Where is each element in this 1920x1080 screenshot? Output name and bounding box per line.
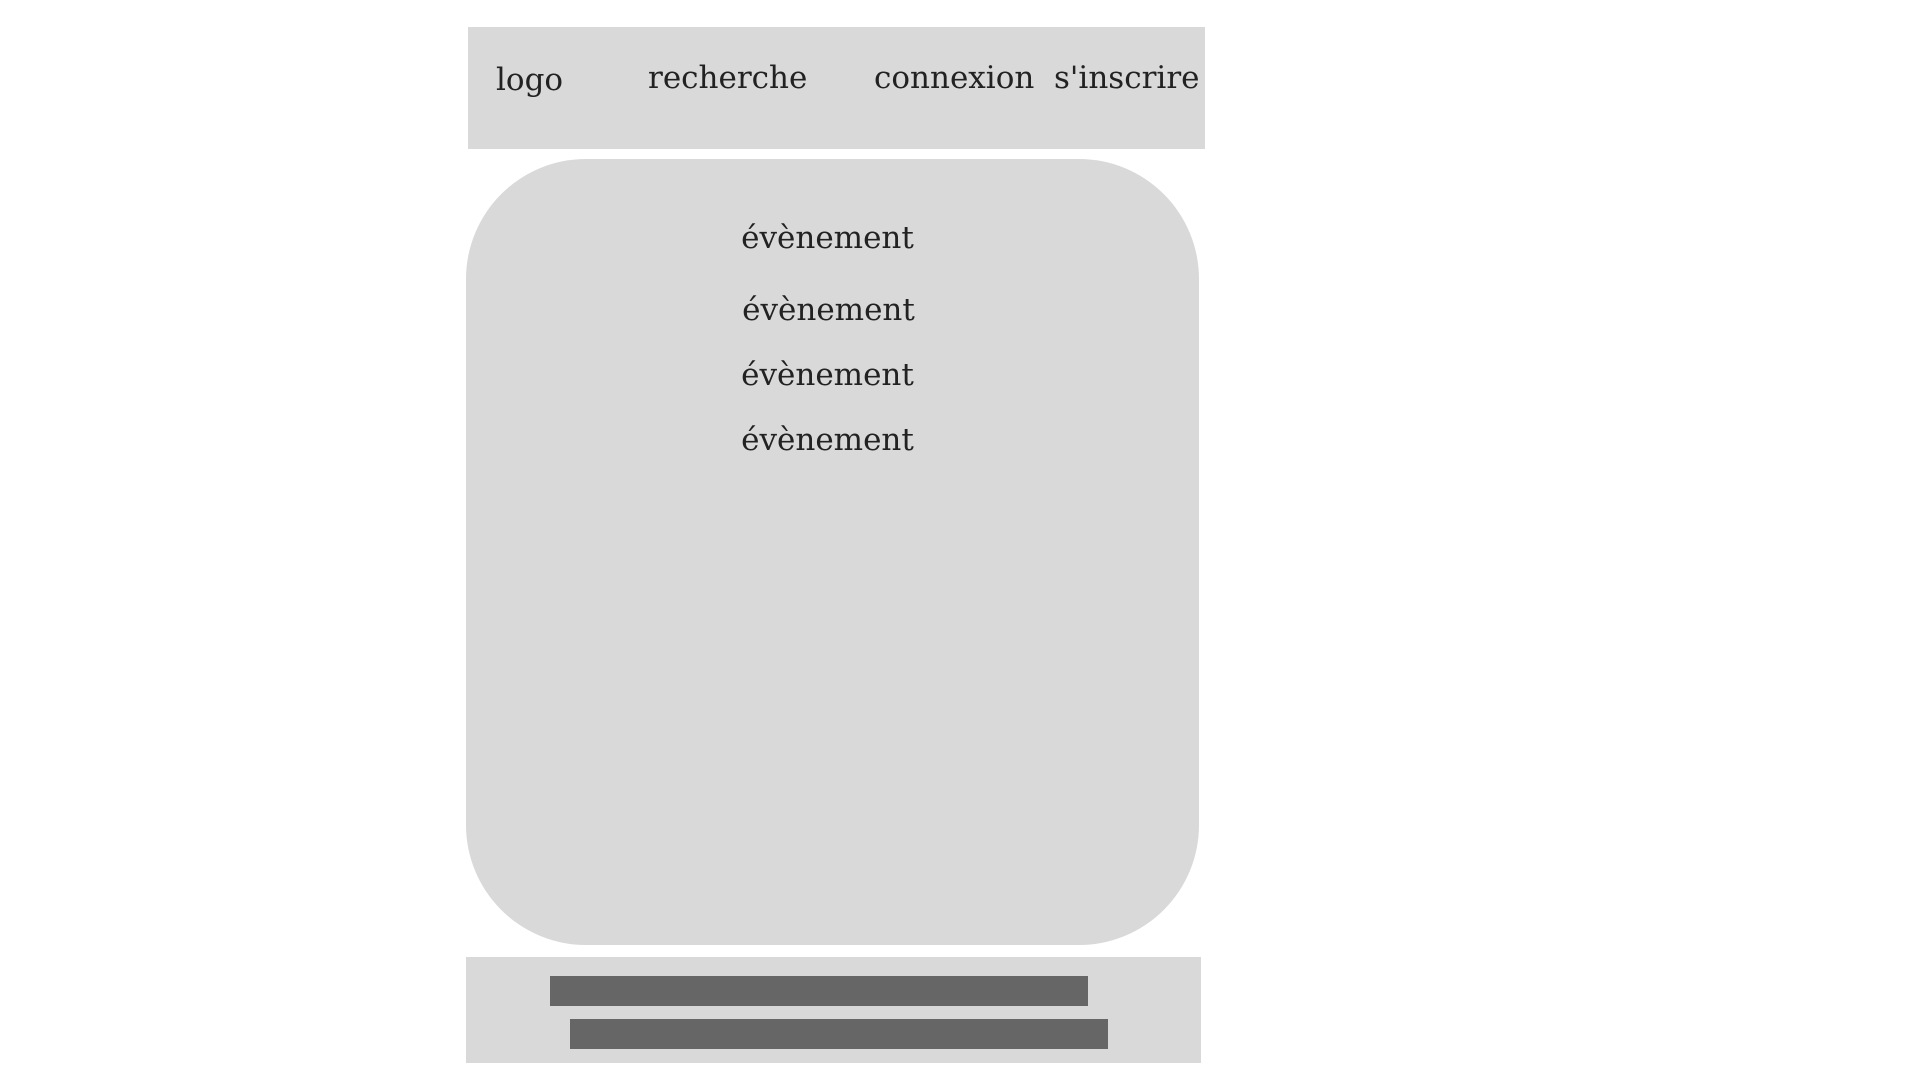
events-panel: évènement évènement évènement évènement	[466, 159, 1199, 945]
event-item[interactable]: évènement	[466, 223, 1199, 254]
event-label: évènement	[742, 292, 915, 328]
footer	[466, 957, 1201, 1063]
event-item[interactable]: évènement	[466, 295, 1199, 326]
login-link[interactable]: connexion	[874, 63, 1034, 94]
event-label: évènement	[741, 357, 914, 393]
page: logo recherche connexion s'inscrire évèn…	[0, 0, 1920, 1080]
header-bar: logo recherche connexion s'inscrire	[468, 27, 1205, 149]
footer-placeholder-bar	[570, 1019, 1108, 1049]
footer-placeholder-bar	[550, 976, 1088, 1006]
event-label: évènement	[741, 422, 914, 458]
event-label: évènement	[741, 220, 914, 256]
event-item[interactable]: évènement	[466, 360, 1199, 391]
search-link[interactable]: recherche	[648, 63, 807, 94]
logo[interactable]: logo	[496, 65, 563, 96]
signup-link[interactable]: s'inscrire	[1054, 63, 1199, 94]
event-item[interactable]: évènement	[466, 425, 1199, 456]
